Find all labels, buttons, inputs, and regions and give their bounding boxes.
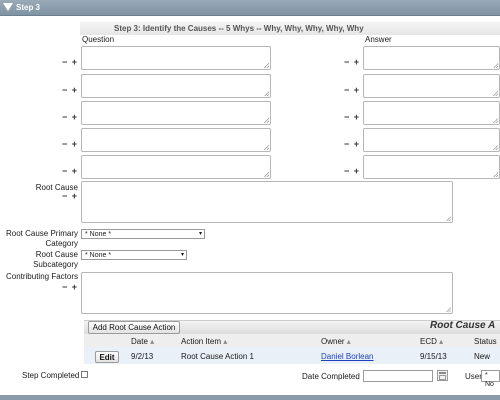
step-completed-label: Step Completed (22, 371, 80, 380)
primary-category-select[interactable]: * None * ▾ (81, 229, 205, 239)
add-root-cause-action-button[interactable]: Add Root Cause Action (88, 321, 180, 334)
subcategory-label: Root Cause Subcategory (33, 250, 78, 269)
chevron-down-icon: ▾ (198, 231, 202, 237)
chevron-down-icon: ▾ (180, 252, 184, 258)
answer-column-header: Answer (365, 35, 392, 44)
row-remove-add-controls[interactable]: − + (62, 139, 78, 149)
row-remove-add-controls[interactable]: − + (62, 112, 78, 122)
contributing-remove-add-controls[interactable]: − + (62, 282, 78, 292)
subcategory-select[interactable]: * None * ▾ (81, 250, 187, 260)
why-answer-2[interactable] (363, 74, 500, 98)
root-cause-textarea[interactable] (81, 181, 453, 223)
section-heading: Step 3: Identify the Causes -- 5 Whys --… (80, 22, 500, 35)
row-remove-add-controls[interactable]: − + (62, 57, 78, 67)
why-question-5[interactable] (81, 155, 271, 179)
col-header-status[interactable]: Status (474, 337, 497, 346)
bottom-bar (0, 395, 500, 400)
row-remove-add-controls[interactable]: − + (344, 57, 360, 67)
user-select[interactable]: * No (481, 370, 500, 388)
sort-arrow-icon: ▴ (439, 337, 444, 346)
col-header-owner[interactable]: Owner ▴ (321, 337, 351, 346)
why-answer-5[interactable] (363, 155, 500, 179)
contributing-factors-textarea[interactable] (81, 272, 453, 314)
row-remove-add-controls[interactable]: − + (344, 85, 360, 95)
step-completed-checkbox[interactable] (81, 371, 88, 378)
calendar-icon[interactable] (437, 370, 448, 381)
why-question-3[interactable] (81, 101, 271, 125)
row-status: New (474, 352, 491, 361)
sort-arrow-icon: ▴ (150, 337, 155, 346)
why-question-4[interactable] (81, 128, 271, 152)
user-label: User (465, 372, 482, 381)
sort-arrow-icon: ▴ (346, 337, 351, 346)
edit-row-button[interactable]: Edit (95, 351, 119, 363)
step-title: Step 3 (16, 3, 41, 12)
step-header-bar[interactable]: Step 3 (0, 0, 500, 16)
col-header-action-item[interactable]: Action Item ▴ (181, 337, 227, 346)
why-answer-3[interactable] (363, 101, 500, 125)
col-header-date[interactable]: Date ▴ (131, 337, 154, 346)
primary-category-value: * None * (85, 231, 112, 238)
row-ecd: 9/15/13 (420, 352, 447, 361)
contributing-factors-label: Contributing Factors (5, 272, 78, 281)
row-remove-add-controls[interactable]: − + (344, 139, 360, 149)
date-completed-label: Date Completed (302, 372, 360, 381)
col-header-ecd[interactable]: ECD ▴ (420, 337, 443, 346)
subcategory-value: * None * (85, 252, 112, 259)
row-remove-add-controls[interactable]: − + (344, 112, 360, 122)
why-question-1[interactable] (81, 46, 271, 70)
question-column-header: Question (82, 35, 115, 44)
row-remove-add-controls[interactable]: − + (62, 85, 78, 95)
user-value: * No (485, 372, 494, 388)
why-answer-1[interactable] (363, 46, 500, 70)
primary-category-label: Root Cause Primary Category (5, 229, 78, 248)
row-action-item: Root Cause Action 1 (181, 352, 254, 361)
row-remove-add-controls[interactable]: − + (344, 166, 360, 176)
row-owner-link[interactable]: Daniel Borlean (321, 352, 373, 361)
row-remove-add-controls[interactable]: − + (62, 166, 78, 176)
row-date: 9/2/13 (131, 352, 154, 361)
date-completed-input[interactable] (363, 370, 433, 382)
actions-panel-title: Root Cause A (430, 320, 496, 331)
collapse-arrow-icon[interactable] (3, 3, 13, 11)
why-question-2[interactable] (81, 74, 271, 98)
why-answer-4[interactable] (363, 128, 500, 152)
root-cause-remove-add-controls[interactable]: − + (62, 191, 78, 201)
sort-arrow-icon: ▴ (223, 337, 228, 346)
